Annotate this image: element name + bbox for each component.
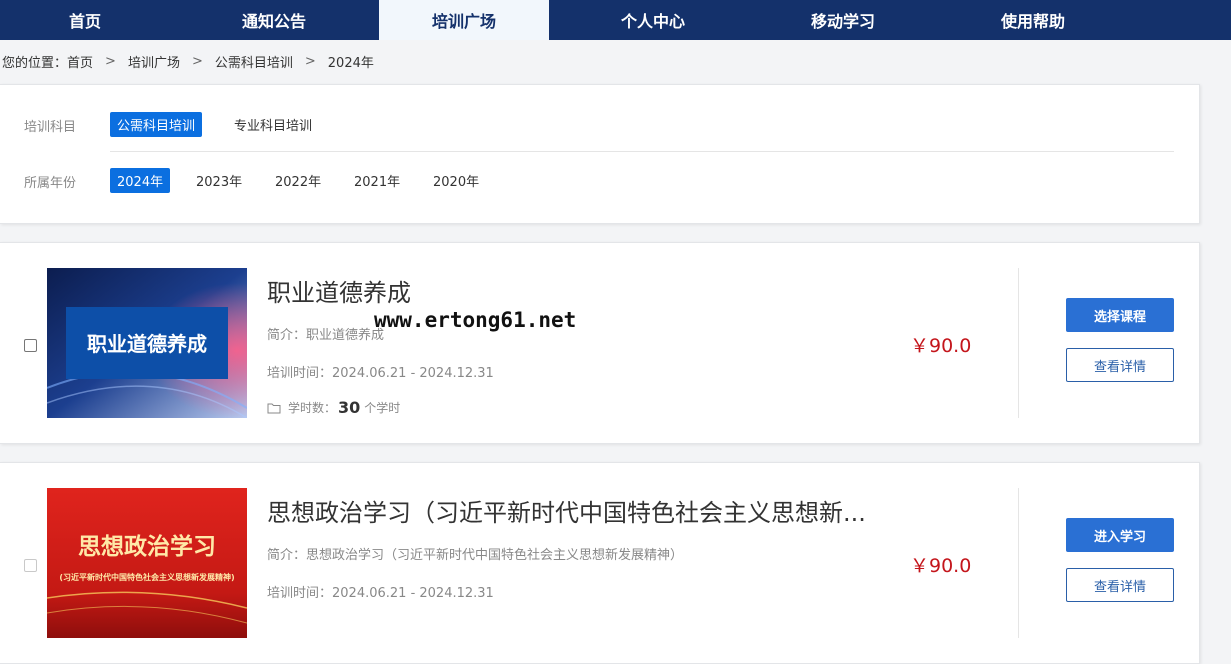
breadcrumb-separator: >	[191, 53, 203, 69]
nav-item-notices[interactable]: 通知公告	[189, 0, 359, 40]
year-filter-label: 所属年份	[24, 176, 77, 191]
year-chip-2023[interactable]: 2023年	[189, 168, 249, 193]
course-thumbnail-image: 职业道德养成	[47, 268, 247, 418]
course-title[interactable]: 职业道德养成	[267, 273, 867, 308]
course-select-checkbox[interactable]	[24, 339, 37, 352]
course-hours-label: 学时数：	[288, 401, 337, 415]
breadcrumb: 您的位置： 首页 > 培训广场 > 公需科目培训 > 2024年	[2, 52, 374, 71]
course-thumbnail-image: 思想政治学习 (习近平新时代中国特色社会主义思想新发展精神)	[47, 488, 247, 638]
breadcrumb-training-square[interactable]: 培训广场	[128, 52, 180, 71]
year-chip-2024[interactable]: 2024年	[110, 168, 171, 193]
thumbnail-caption: 思想政治学习	[78, 533, 216, 560]
nav-item-home[interactable]: 首页	[0, 0, 170, 40]
top-nav: 首页 通知公告 培训广场 个人中心 移动学习 使用帮助	[0, 0, 1231, 40]
folder-icon	[267, 403, 281, 413]
breadcrumb-prefix: 您的位置：	[2, 55, 68, 71]
subject-chip-public[interactable]: 公需科目培训	[110, 112, 203, 137]
course-select-checkbox[interactable]	[24, 559, 37, 572]
course-title[interactable]: 思想政治学习（习近平新时代中国特色社会主义思想新...	[267, 493, 867, 528]
watermark-text: www.ertong61.net	[374, 308, 577, 332]
filter-panel: 培训科目 公需科目培训 专业科目培训 所属年份 2024年 2023年 2022…	[0, 84, 1200, 224]
course-hours-value: 30	[338, 398, 361, 417]
course-time: 培训时间：2024.06.21 - 2024.12.31	[267, 366, 494, 381]
breadcrumb-home[interactable]: 首页	[67, 52, 93, 71]
breadcrumb-public-subjects[interactable]: 公需科目培训	[215, 52, 293, 71]
select-course-button[interactable]: 选择课程	[1066, 298, 1174, 332]
nav-item-personal-center[interactable]: 个人中心	[568, 0, 738, 40]
course-hours-unit: 个学时	[364, 401, 401, 415]
breadcrumb-year[interactable]: 2024年	[328, 52, 374, 71]
breadcrumb-separator: >	[304, 53, 316, 69]
thumbnail-caption: 职业道德养成	[87, 332, 207, 356]
view-details-button[interactable]: 查看详情	[1066, 568, 1174, 602]
course-card: 思想政治学习 (习近平新时代中国特色社会主义思想新发展精神) 思想政治学习（习近…	[0, 462, 1200, 664]
filter-divider	[110, 151, 1174, 152]
course-thumbnail[interactable]: 思想政治学习 (习近平新时代中国特色社会主义思想新发展精神)	[47, 488, 247, 638]
view-details-button[interactable]: 查看详情	[1066, 348, 1174, 382]
thumbnail-subcaption: (习近平新时代中国特色社会主义思想新发展精神)	[59, 572, 234, 582]
course-intro: 简介：思想政治学习（习近平新时代中国特色社会主义思想新发展精神）	[267, 548, 684, 563]
card-divider	[1018, 268, 1019, 418]
year-chip-2022[interactable]: 2022年	[268, 168, 328, 193]
course-price: ￥90.0	[910, 335, 972, 357]
year-chip-2021[interactable]: 2021年	[347, 168, 407, 193]
course-hours: 学时数： 30 个学时	[267, 398, 400, 417]
course-intro: 简介：职业道德养成	[267, 328, 385, 343]
nav-item-training-square[interactable]: 培训广场	[379, 0, 549, 40]
course-time: 培训时间：2024.06.21 - 2024.12.31	[267, 586, 494, 601]
nav-item-mobile-learning[interactable]: 移动学习	[758, 0, 928, 40]
course-card: 职业道德养成 职业道德养成 简介：职业道德养成 培训时间：2024.06.21 …	[0, 242, 1200, 444]
course-price: ￥90.0	[910, 555, 972, 577]
breadcrumb-separator: >	[105, 53, 116, 69]
subject-filter-label: 培训科目	[24, 120, 77, 135]
nav-item-help[interactable]: 使用帮助	[948, 0, 1118, 40]
year-chip-2020[interactable]: 2020年	[426, 168, 486, 193]
enter-study-button[interactable]: 进入学习	[1066, 518, 1174, 552]
card-divider	[1018, 488, 1019, 638]
course-thumbnail[interactable]: 职业道德养成	[47, 268, 247, 418]
subject-chip-professional[interactable]: 专业科目培训	[227, 112, 319, 137]
